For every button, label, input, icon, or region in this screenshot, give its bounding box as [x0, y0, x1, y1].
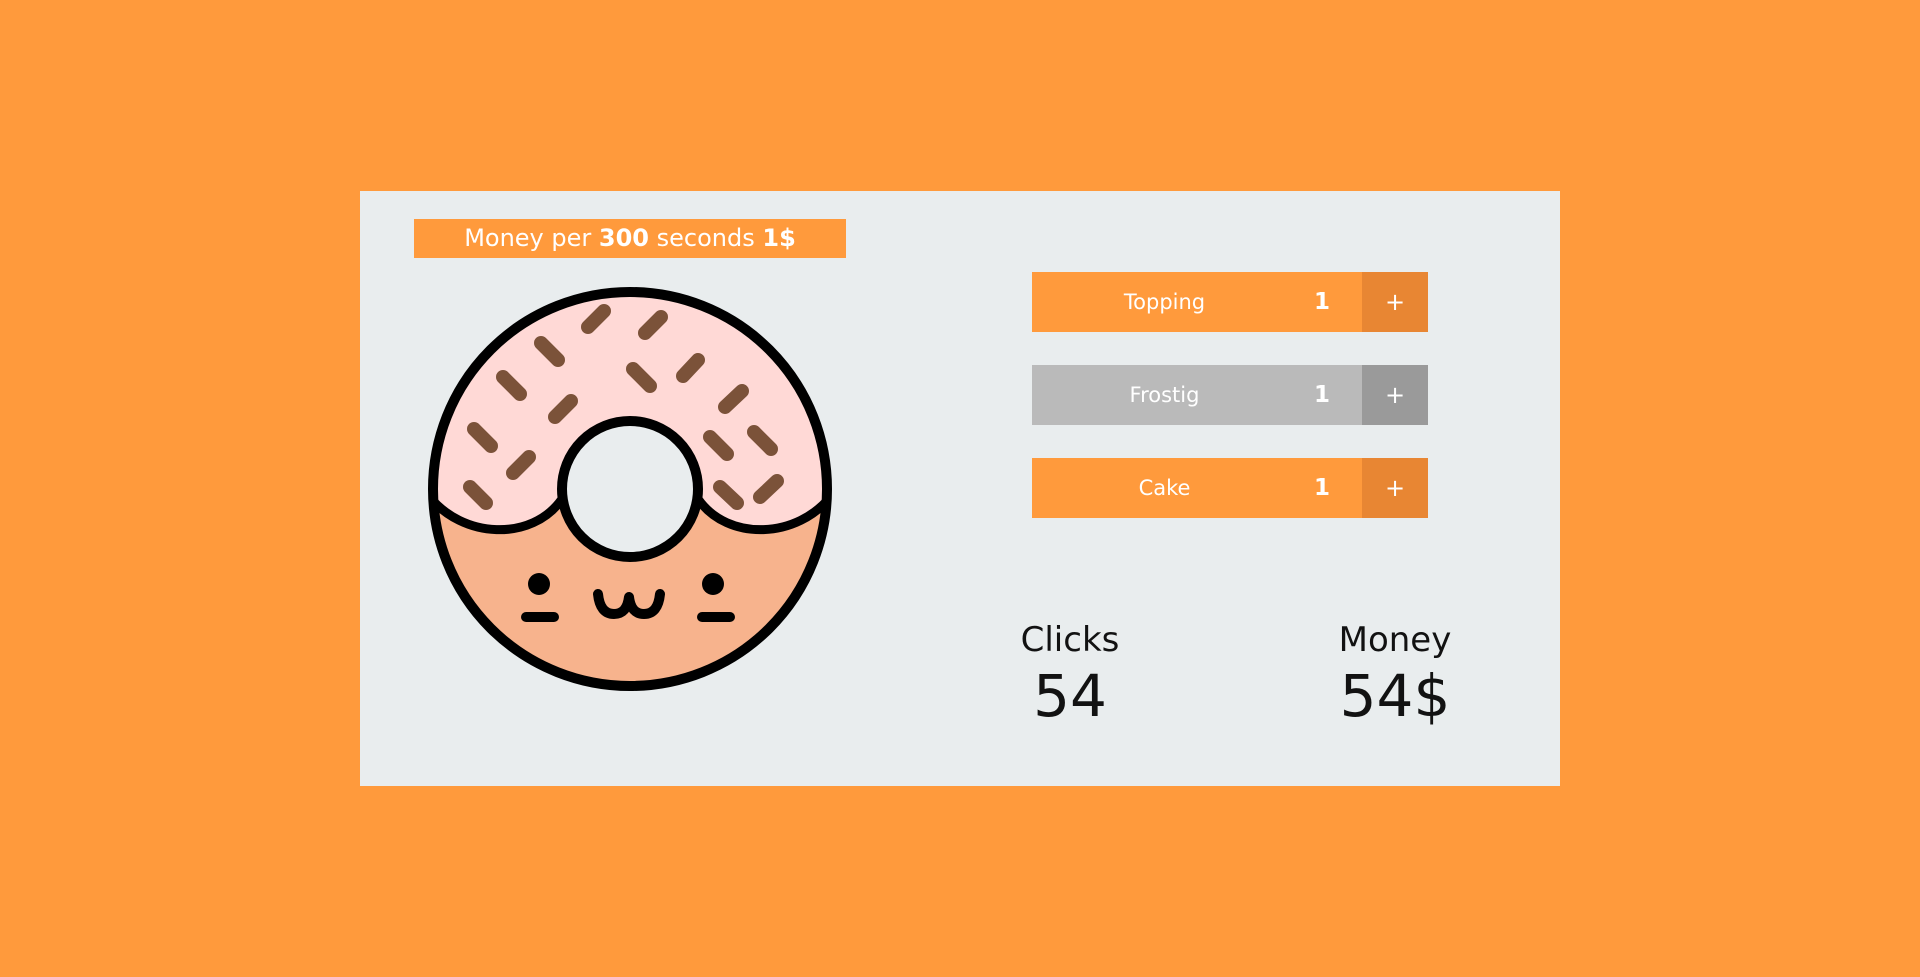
upgrade-name: Topping — [1123, 290, 1206, 314]
add-topping-button[interactable]: + — [1362, 272, 1428, 332]
upgrade-level: 1 — [1313, 289, 1330, 315]
upgrade-name: Cake — [1138, 476, 1191, 500]
rate-prefix: Money per — [464, 224, 592, 252]
money-rate-banner: Money per 300 seconds 1$ — [414, 219, 846, 258]
clicks-stat: Clicks 54 — [1000, 620, 1140, 728]
money-label: Money — [1338, 620, 1452, 660]
upgrade-topping-info: Topping 1 — [1032, 272, 1362, 332]
clicks-label: Clicks — [1020, 620, 1120, 660]
upgrade-level: 1 — [1313, 475, 1330, 501]
upgrade-cake: Cake 1 + — [1032, 458, 1428, 518]
clicks-value: 54 — [1033, 662, 1107, 730]
money-stat: Money 54$ — [1320, 620, 1470, 728]
upgrade-name: Frostig — [1129, 383, 1200, 407]
donut-icon[interactable] — [428, 287, 832, 691]
game-panel: Money per 300 seconds 1$ Topping 1 + Fro… — [360, 191, 1560, 786]
money-value: 54$ — [1339, 662, 1451, 730]
upgrade-cake-info: Cake 1 — [1032, 458, 1362, 518]
upgrade-frostig-info: Frostig 1 — [1032, 365, 1362, 425]
rate-seconds: 300 — [598, 224, 650, 252]
add-cake-button[interactable]: + — [1362, 458, 1428, 518]
rate-middle: seconds — [656, 224, 755, 252]
upgrade-frostig: Frostig 1 + — [1032, 365, 1428, 425]
add-frostig-button[interactable]: + — [1362, 365, 1428, 425]
rate-amount: 1$ — [762, 224, 796, 252]
upgrade-topping: Topping 1 + — [1032, 272, 1428, 332]
upgrade-level: 1 — [1313, 382, 1330, 408]
